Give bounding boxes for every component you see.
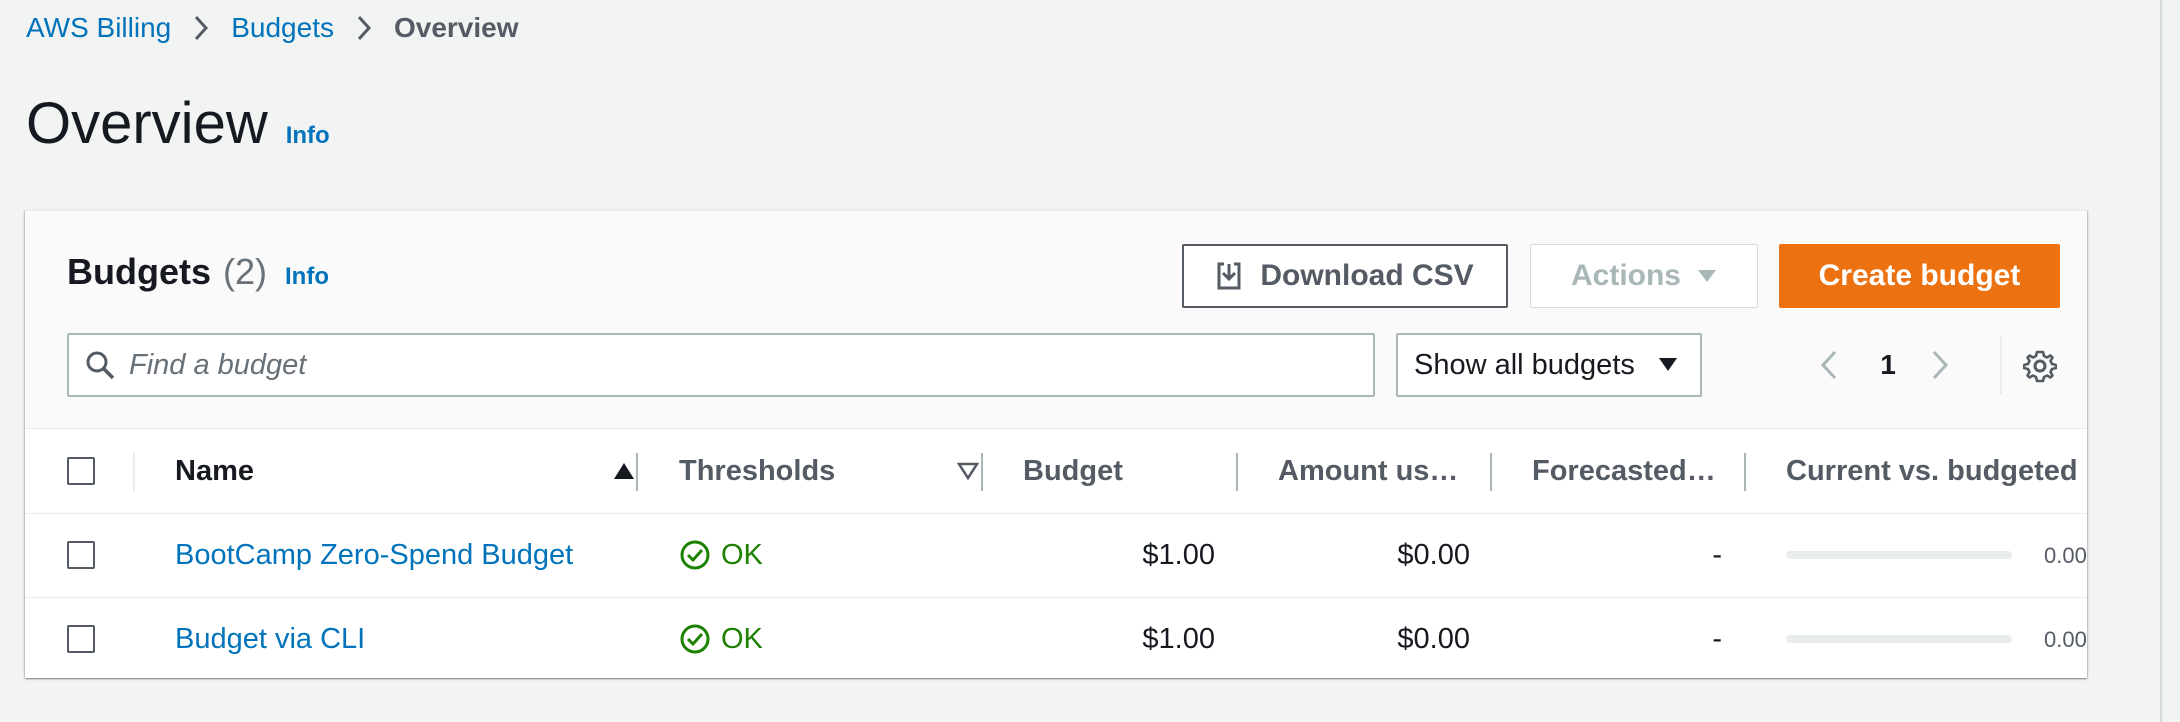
check-circle-icon — [680, 624, 710, 654]
budget-name[interactable]: Budget via CLI — [175, 623, 365, 656]
threshold-status: OK — [679, 513, 763, 597]
column-forecasted-label: Forecasted… — [1532, 454, 1716, 487]
amount-used: $0.00 — [1397, 622, 1470, 655]
budgets-header: Budgets (2) Info Download CSV Actions Cr… — [25, 211, 2087, 429]
chevron-right-icon — [356, 15, 372, 41]
page-info-link[interactable]: Info — [286, 122, 330, 150]
download-icon — [1217, 262, 1241, 290]
search-input[interactable] — [129, 348, 1329, 382]
search-field[interactable] — [67, 333, 1375, 397]
chevron-right-icon — [1932, 350, 1949, 380]
breadcrumb-current: Overview — [393, 12, 519, 43]
gear-icon — [2022, 350, 2058, 383]
column-header-current-vs-budgeted[interactable]: Current vs. budgeted — [1786, 429, 2078, 513]
column-header-name[interactable]: Name — [175, 429, 635, 513]
column-amount-used-label: Amount us… — [1278, 454, 1459, 487]
pagination-previous[interactable] — [1820, 333, 1838, 397]
breadcrumb-budgets[interactable]: Budgets — [231, 12, 334, 44]
pagination-page-1[interactable]: 1 — [1868, 333, 1908, 397]
page-title: Overview — [26, 91, 268, 156]
caret-down-icon — [1698, 270, 1716, 282]
threshold-status-text: OK — [721, 622, 763, 655]
forecasted-amount: - — [1712, 538, 1722, 571]
budget-name[interactable]: BootCamp Zero-Spend Budget — [175, 539, 573, 572]
breadcrumb: AWS Billing Budgets Overview — [26, 8, 519, 48]
row-checkbox[interactable] — [67, 625, 95, 653]
row-checkbox[interactable] — [67, 541, 95, 569]
column-divider — [133, 453, 135, 491]
budgets-info-link[interactable]: Info — [285, 263, 329, 291]
column-name-label: Name — [175, 454, 254, 487]
breadcrumb-aws-billing[interactable]: AWS Billing — [26, 12, 171, 44]
forecasted-amount: - — [1712, 622, 1722, 655]
create-budget-label: Create budget — [1818, 259, 2021, 292]
panel-border — [2160, 0, 2162, 722]
threshold-status: OK — [679, 597, 763, 678]
download-csv-button[interactable]: Download CSV — [1182, 244, 1508, 308]
chevron-left-icon — [1820, 350, 1837, 380]
caret-down-icon — [1659, 358, 1677, 371]
sort-icon — [957, 462, 979, 480]
budget-name-link[interactable]: BootCamp Zero-Spend Budget — [175, 513, 573, 597]
chevron-right-icon — [193, 15, 209, 41]
budgets-count: (2) — [223, 251, 267, 292]
column-header-thresholds[interactable]: Thresholds — [679, 429, 979, 513]
column-header-amount-used[interactable]: Amount us… — [1278, 429, 1458, 513]
progress-percentage: 0.00% — [2044, 627, 2087, 652]
progress-bar — [1786, 635, 2012, 643]
column-divider — [1236, 453, 1238, 491]
budgets-title: Budgets — [67, 251, 211, 292]
column-current-vs-budgeted-label: Current vs. budgeted — [1786, 454, 2078, 487]
amount-used: $0.00 — [1397, 538, 1470, 571]
column-budget-label: Budget — [1023, 454, 1123, 487]
pagination-next[interactable] — [1931, 333, 1949, 397]
budget-amount: $1.00 — [1142, 622, 1215, 655]
budget-filter-value: Show all budgets — [1414, 348, 1635, 381]
budgets-table-container: Budgets (2) Info Download CSV Actions Cr… — [25, 210, 2087, 678]
check-circle-icon — [680, 540, 710, 570]
select-all-checkbox[interactable] — [67, 457, 95, 485]
actions-button[interactable]: Actions — [1530, 244, 1758, 308]
budget-name-link[interactable]: Budget via CLI — [175, 597, 365, 678]
sort-ascending-icon — [614, 463, 634, 479]
table-settings-button[interactable] — [2022, 349, 2058, 388]
create-budget-button[interactable]: Create budget — [1779, 244, 2060, 308]
threshold-status-text: OK — [721, 538, 763, 571]
progress-percentage: 0.00% — [2044, 543, 2087, 568]
actions-label: Actions — [1570, 259, 1681, 292]
column-divider — [1490, 453, 1492, 491]
page-header: Overview Info — [26, 90, 330, 157]
download-csv-label: Download CSV — [1260, 259, 1474, 292]
column-divider — [1744, 453, 1746, 491]
page: AWS Billing Budgets Overview Overview In… — [0, 0, 2180, 722]
search-icon — [86, 351, 115, 380]
budget-filter-select[interactable]: Show all budgets — [1396, 333, 1702, 397]
column-divider — [981, 453, 983, 491]
column-header-forecasted[interactable]: Forecasted… — [1532, 429, 1716, 513]
pagination-divider — [2000, 336, 2002, 394]
column-divider — [636, 453, 638, 491]
column-header-budget[interactable]: Budget — [1023, 429, 1123, 513]
column-thresholds-label: Thresholds — [679, 454, 836, 487]
budget-amount: $1.00 — [1142, 538, 1215, 571]
progress-bar — [1786, 551, 2012, 559]
budgets-heading: Budgets (2) Info — [67, 251, 329, 293]
